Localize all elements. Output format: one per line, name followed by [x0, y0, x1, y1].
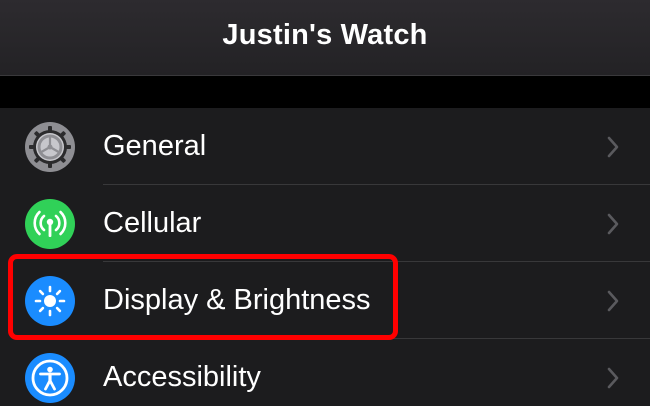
chevron-right-icon — [607, 136, 619, 157]
sun-icon — [25, 275, 75, 326]
settings-row-accessibility[interactable]: Accessibility — [0, 339, 650, 406]
chevron-right-icon — [607, 367, 619, 388]
settings-row-label: Accessibility — [103, 360, 261, 393]
settings-row-label: General — [103, 129, 207, 162]
watch-settings-screen: Justin's Watch General Cellular Display … — [0, 0, 650, 406]
settings-row-display-brightness[interactable]: Display & Brightness — [0, 262, 650, 339]
page-title: Justin's Watch — [222, 19, 428, 51]
gear-icon — [25, 121, 75, 172]
settings-row-general[interactable]: General — [0, 108, 650, 185]
antenna-icon — [25, 198, 75, 249]
settings-row-label: Cellular — [103, 206, 202, 239]
settings-list: General Cellular Display & Brightness Ac… — [0, 108, 650, 406]
chevron-right-icon — [607, 213, 619, 234]
chevron-right-icon — [607, 290, 619, 311]
navigation-bar: Justin's Watch — [0, 0, 650, 76]
settings-row-cellular[interactable]: Cellular — [0, 185, 650, 262]
accessibility-icon — [25, 352, 75, 403]
settings-row-label: Display & Brightness — [103, 283, 371, 316]
